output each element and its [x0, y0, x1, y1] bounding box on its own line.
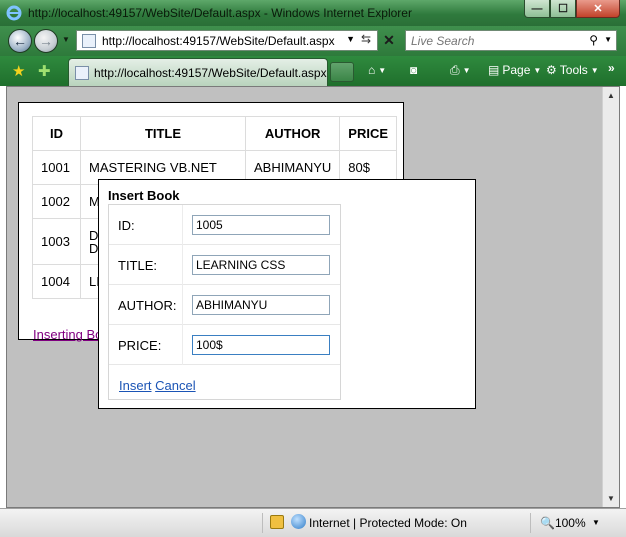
form-row-author: AUTHOR: [109, 285, 340, 325]
id-field[interactable] [192, 215, 330, 235]
home-dropdown-icon[interactable]: ▼ [378, 66, 386, 75]
window-titlebar: http://localhost:49157/WebSite/Default.a… [0, 0, 626, 26]
cell-id: 1001 [32, 150, 81, 185]
id-label: ID: [118, 218, 135, 233]
search-icon[interactable]: ⚲ [589, 33, 598, 47]
maximize-button[interactable]: ☐ [550, 0, 576, 18]
scroll-up-icon[interactable]: ▲ [607, 91, 615, 100]
cell-id: 1004 [32, 264, 81, 299]
printer-icon: ⎙ [450, 63, 460, 77]
title-label: TITLE: [118, 258, 158, 273]
price-label: PRICE: [118, 338, 162, 353]
column-header-price: PRICE [339, 116, 398, 151]
tab-label: http://localhost:49157/WebSite/Default.a… [94, 65, 327, 80]
form-row-price: PRICE: [109, 325, 340, 365]
tab-bar: ★ ✚ http://localhost:49157/WebSite/Defau… [0, 56, 626, 86]
title-field[interactable] [192, 255, 330, 275]
insert-book-form: ID: TITLE: AUTHOR: PRICE: Insert [108, 204, 341, 400]
search-options-dropdown-icon[interactable]: ▼ [604, 35, 612, 44]
form-row-id: ID: [109, 205, 340, 245]
author-label: AUTHOR: [118, 298, 177, 313]
home-button[interactable]: ⌂ ▼ [368, 63, 386, 77]
forward-arrow-icon: → [39, 33, 53, 49]
gear-icon: ⚙ [546, 63, 557, 77]
status-divider [530, 513, 531, 533]
tools-menu-label: Tools [559, 63, 588, 77]
ie-logo-icon [6, 5, 22, 21]
back-arrow-icon: ← [13, 33, 27, 49]
protected-mode-shield-icon[interactable] [270, 515, 284, 529]
rss-icon: ◙ [410, 63, 418, 77]
new-tab-button[interactable] [330, 62, 354, 82]
print-dropdown-icon[interactable]: ▼ [463, 66, 471, 75]
feeds-button[interactable]: ◙ [410, 63, 417, 77]
row-divider [182, 245, 183, 285]
form-row-title: TITLE: [109, 245, 340, 285]
page-icon [82, 33, 96, 48]
cancel-button[interactable]: Cancel [155, 378, 195, 393]
insert-book-dialog: Insert Book ID: TITLE: AUTHOR: PRICE: [98, 179, 476, 409]
zoom-dropdown-icon[interactable]: ▼ [592, 518, 600, 527]
zoom-value: 100% [554, 516, 586, 530]
column-header-title: TITLE [80, 116, 246, 151]
vertical-scrollbar[interactable]: ▲ ▼ [602, 87, 619, 507]
favorites-star-icon[interactable]: ★ [12, 62, 25, 80]
status-divider [262, 513, 263, 533]
table-header-row: ID TITLE AUTHOR PRICE [32, 116, 398, 151]
home-icon: ⌂ [368, 63, 376, 77]
zoom-level[interactable]: 🔍100% [540, 516, 586, 530]
address-bar[interactable]: http://localhost:49157/WebSite/Default.a… [76, 30, 378, 51]
more-chevron-icon[interactable]: » [608, 61, 615, 75]
window-controls: — ☐ ✕ [524, 0, 620, 18]
row-divider [182, 285, 183, 325]
column-header-author: AUTHOR [244, 116, 341, 151]
status-bar: Internet | Protected Mode: On 🔍100% ▼ [0, 508, 626, 537]
window-title: http://localhost:49157/WebSite/Default.a… [28, 6, 412, 20]
search-box[interactable]: ⚲ ▼ [405, 30, 617, 51]
insert-button[interactable]: Insert [119, 378, 152, 393]
page-dropdown-icon: ▼ [533, 65, 542, 75]
page-viewport: ID TITLE AUTHOR PRICE 1001 MASTERING VB.… [6, 86, 620, 508]
forward-button[interactable]: → [34, 29, 58, 53]
internet-zone-globe-icon [291, 514, 306, 529]
page-menu[interactable]: ▤ Page ▼ [488, 63, 541, 77]
close-button[interactable]: ✕ [576, 0, 620, 18]
page-menu-label: Page [502, 63, 531, 77]
add-favorites-icon[interactable]: ✚ [38, 62, 51, 80]
address-url[interactable]: http://localhost:49157/WebSite/Default.a… [102, 34, 335, 48]
tools-dropdown-icon: ▼ [590, 65, 599, 75]
print-button[interactable]: ⎙ ▼ [450, 63, 471, 78]
recent-pages-dropdown-icon[interactable]: ▼ [62, 35, 70, 44]
row-divider [182, 325, 183, 365]
security-zone-text[interactable]: Internet | Protected Mode: On [309, 516, 467, 530]
search-input[interactable] [406, 31, 576, 50]
page-menu-icon: ▤ [488, 63, 500, 77]
tools-menu[interactable]: ⚙ Tools ▼ [546, 63, 599, 77]
stop-button[interactable]: ✕ [380, 32, 398, 50]
column-header-id: ID [32, 116, 81, 151]
cell-id: 1002 [32, 184, 81, 219]
tab-page-icon [75, 65, 89, 80]
author-field[interactable] [192, 295, 330, 315]
inserting-book-link[interactable]: Inserting Bo [33, 327, 102, 342]
navigation-bar: ← → ▼ http://localhost:49157/WebSite/Def… [0, 26, 626, 56]
tab-current[interactable]: http://localhost:49157/WebSite/Default.a… [68, 58, 328, 86]
back-button[interactable]: ← [8, 29, 32, 53]
cell-id: 1003 [32, 218, 81, 265]
dialog-title: Insert Book [108, 188, 180, 203]
form-actions: Insert Cancel [119, 378, 196, 393]
address-dropdown-icon[interactable]: ▼ [346, 34, 355, 44]
price-field[interactable] [192, 335, 330, 355]
minimize-button[interactable]: — [524, 0, 550, 18]
refresh-icon[interactable]: ⇆ [358, 32, 374, 49]
scroll-down-icon[interactable]: ▼ [607, 494, 615, 503]
row-divider [182, 205, 183, 245]
